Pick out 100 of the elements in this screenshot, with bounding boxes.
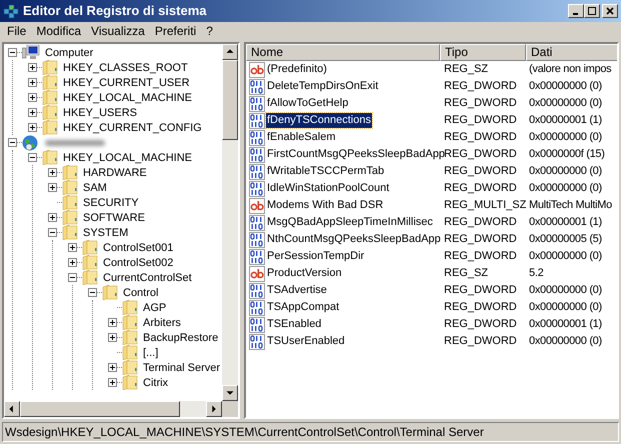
table-cell-text: 0x00000000 (0) bbox=[528, 249, 603, 264]
folder-icon bbox=[122, 315, 138, 330]
table-cell-text: REG_SZ bbox=[443, 266, 490, 281]
value-name[interactable]: fWritableTSCCPermTab bbox=[266, 164, 386, 179]
folder-icon bbox=[82, 270, 98, 285]
tree-item[interactable]: Arbiters bbox=[141, 316, 183, 330]
minimize-button[interactable] bbox=[568, 4, 584, 18]
value-name[interactable]: TSAppCompat bbox=[266, 300, 340, 315]
scroll-right-button[interactable] bbox=[206, 401, 222, 417]
scroll-thumb[interactable] bbox=[20, 401, 180, 417]
expand-icon[interactable] bbox=[28, 93, 37, 102]
expand-icon[interactable] bbox=[108, 333, 117, 342]
tree-item[interactable]: HKEY_CLASSES_ROOT bbox=[61, 60, 190, 74]
tree-item[interactable]: CurrentControlSet bbox=[101, 270, 194, 284]
computer-icon bbox=[22, 45, 40, 60]
expand-icon[interactable] bbox=[28, 78, 37, 87]
menu-item[interactable]: Visualizza bbox=[86, 22, 150, 40]
vertical-scrollbar[interactable] bbox=[222, 44, 238, 401]
tree-item[interactable]: Control bbox=[121, 286, 160, 300]
table-cell-text: 0x00000001 (1) bbox=[528, 317, 603, 332]
tree-item[interactable]: SYSTEM bbox=[81, 226, 130, 240]
value-name[interactable]: NthCountMsgQPeeksSleepBadApp bbox=[266, 232, 442, 247]
tree-item[interactable]: SOFTWARE bbox=[81, 210, 147, 224]
tree-item[interactable]: SAM bbox=[81, 180, 109, 194]
expand-icon[interactable] bbox=[108, 363, 117, 372]
horizontal-scrollbar[interactable] bbox=[4, 401, 222, 417]
folder-icon bbox=[102, 285, 118, 300]
value-name[interactable]: MsgQBadAppSleepTimeInMillisec bbox=[266, 215, 434, 230]
folder-icon bbox=[62, 195, 78, 210]
tree-item[interactable]: HARDWARE bbox=[81, 166, 149, 180]
menu-item[interactable]: File bbox=[2, 22, 32, 40]
tree-item[interactable]: ControlSet002 bbox=[101, 256, 176, 270]
tree-item[interactable]: [...] bbox=[141, 346, 160, 360]
scroll-left-button[interactable] bbox=[4, 401, 20, 417]
collapse-icon[interactable] bbox=[48, 228, 57, 237]
table-cell-text: 0x00000000 (0) bbox=[528, 96, 603, 111]
collapse-icon[interactable] bbox=[88, 288, 97, 297]
tree-item[interactable]: HKEY_CURRENT_USER bbox=[61, 76, 192, 90]
expand-icon[interactable] bbox=[68, 243, 77, 252]
folder-icon bbox=[42, 75, 58, 90]
value-name[interactable]: DeleteTempDirsOnExit bbox=[266, 79, 380, 94]
table-cell-text: MultiTech MultiMo bbox=[528, 198, 613, 213]
tree-item[interactable]: AGP bbox=[141, 300, 168, 314]
column-header[interactable]: Dati bbox=[526, 44, 617, 61]
value-name[interactable]: fEnableSalem bbox=[266, 130, 336, 145]
expand-icon[interactable] bbox=[68, 258, 77, 267]
column-header[interactable]: Nome bbox=[246, 44, 440, 61]
expand-icon[interactable] bbox=[28, 108, 37, 117]
binary-value-icon bbox=[249, 130, 265, 146]
tree-item[interactable]: HKEY_LOCAL_MACHINE bbox=[61, 90, 194, 104]
collapse-icon[interactable] bbox=[28, 153, 37, 162]
scroll-up-button[interactable] bbox=[222, 44, 238, 60]
table-cell-text: 0x00000000 (0) bbox=[528, 283, 603, 298]
menu-item[interactable]: Preferiti bbox=[150, 22, 202, 40]
close-button[interactable] bbox=[602, 4, 618, 18]
status-bar: Wsdesign\HKEY_LOCAL_MACHINE\SYSTEM\CurrentControlSet\Control\Terminal Server bbox=[2, 422, 619, 442]
value-name[interactable]: TSEnabled bbox=[266, 317, 322, 332]
tree-item[interactable]: Terminal Server bbox=[141, 360, 222, 374]
column-header[interactable]: Tipo bbox=[440, 44, 526, 61]
scroll-thumb[interactable] bbox=[222, 60, 238, 140]
expand-icon[interactable] bbox=[28, 123, 37, 132]
expand-icon[interactable] bbox=[108, 378, 117, 387]
expand-icon[interactable] bbox=[108, 318, 117, 327]
tree-item[interactable]: ControlSet001 bbox=[101, 240, 176, 254]
value-name[interactable]: TSUserEnabled bbox=[266, 334, 346, 349]
binary-value-icon bbox=[249, 78, 265, 94]
collapse-icon[interactable] bbox=[68, 273, 77, 282]
tree-item[interactable]: HKEY_LOCAL_MACHINE bbox=[61, 150, 194, 164]
expand-icon[interactable] bbox=[48, 213, 57, 222]
expand-icon[interactable] bbox=[48, 183, 57, 192]
menu-item[interactable]: ? bbox=[201, 22, 218, 40]
value-name[interactable]: fDenyTSConnections bbox=[266, 113, 372, 128]
value-name[interactable]: ProductVersion bbox=[266, 266, 343, 281]
value-name[interactable]: PerSessionTempDir bbox=[266, 249, 366, 264]
collapse-icon[interactable] bbox=[8, 48, 17, 57]
tree-item[interactable]: Citrix bbox=[141, 376, 170, 390]
value-name[interactable]: FirstCountMsgQPeeksSleepBadApp bbox=[266, 147, 446, 162]
collapse-icon[interactable] bbox=[8, 138, 17, 147]
maximize-button[interactable] bbox=[584, 4, 600, 18]
tree-item[interactable]: SECURITY bbox=[81, 196, 141, 210]
expand-icon[interactable] bbox=[28, 63, 37, 72]
folder-icon bbox=[42, 105, 58, 120]
value-name[interactable]: TSAdvertise bbox=[266, 283, 328, 298]
tree-item[interactable]: HKEY_CURRENT_CONFIG bbox=[61, 120, 204, 134]
binary-value-icon bbox=[249, 146, 265, 162]
binary-value-icon bbox=[249, 112, 265, 128]
expand-icon[interactable] bbox=[48, 168, 57, 177]
tree-item[interactable]: BackupRestore bbox=[141, 330, 220, 344]
table-cell-text: REG_DWORD bbox=[443, 232, 518, 247]
tree-item[interactable]: Computer bbox=[43, 46, 96, 60]
tree-item[interactable]: HKEY_USERS bbox=[61, 106, 139, 120]
value-name[interactable]: fAllowToGetHelp bbox=[266, 96, 350, 111]
menu-item[interactable]: Modifica bbox=[31, 22, 86, 40]
table-cell-text: REG_DWORD bbox=[443, 164, 518, 179]
scroll-down-button[interactable] bbox=[222, 385, 238, 401]
value-name[interactable]: Modems With Bad DSR bbox=[266, 198, 384, 213]
value-name[interactable]: (Predefinito) bbox=[266, 62, 328, 77]
table-cell-text: (valore non impos bbox=[528, 62, 612, 77]
value-name[interactable]: IdleWinStationPoolCount bbox=[266, 181, 390, 196]
table-cell-text: 0x00000000 (0) bbox=[528, 181, 603, 196]
